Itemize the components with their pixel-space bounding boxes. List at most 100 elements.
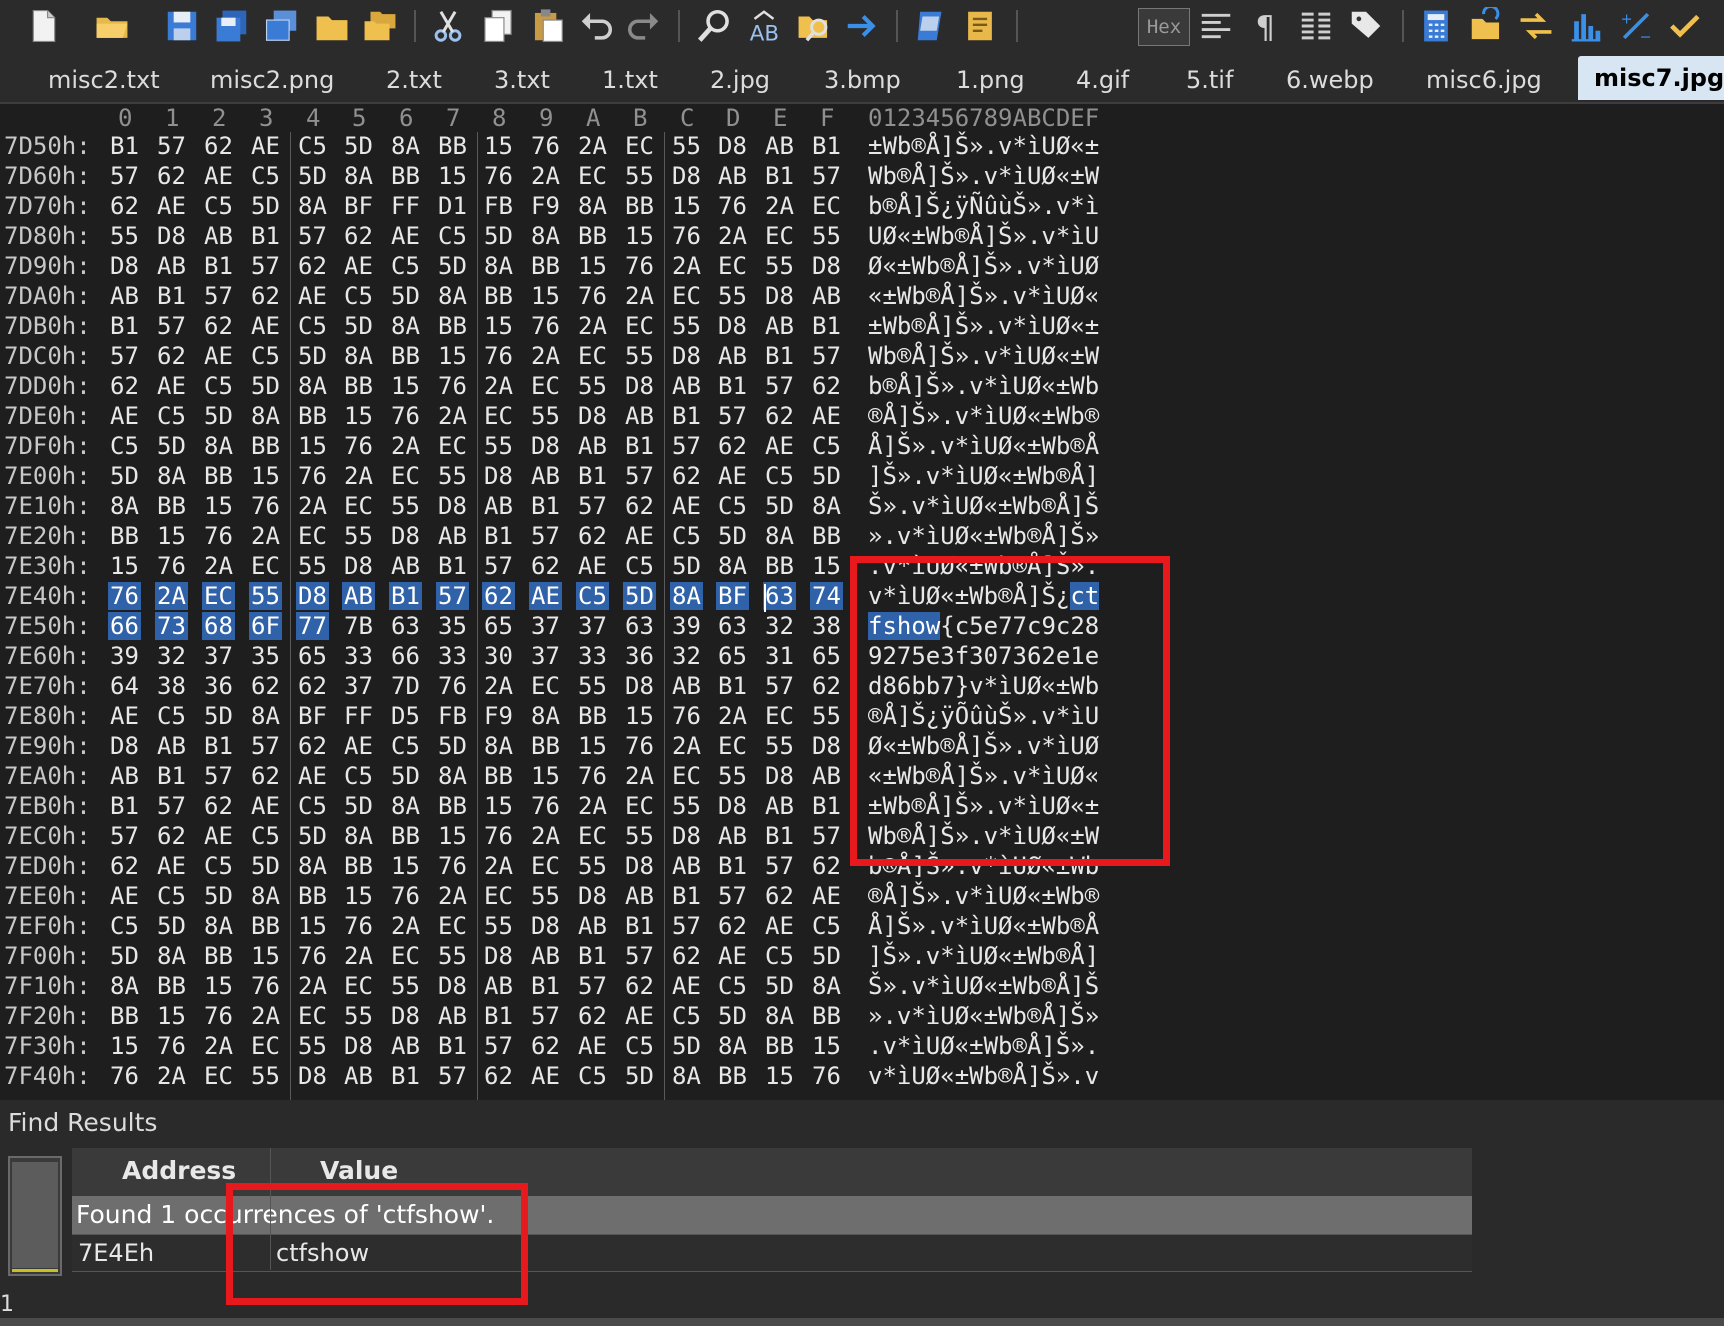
- hex-byte[interactable]: 55: [672, 132, 701, 160]
- hex-byte[interactable]: 8A: [391, 312, 420, 340]
- hex-byte[interactable]: 55: [298, 552, 327, 580]
- hex-byte[interactable]: BB: [438, 792, 467, 820]
- hex-byte[interactable]: 66: [108, 612, 141, 640]
- tab-misc2-txt[interactable]: misc2.txt: [48, 60, 160, 100]
- hex-byte[interactable]: D8: [296, 582, 329, 610]
- hex-byte[interactable]: D1: [438, 192, 467, 220]
- hex-byte[interactable]: C5: [672, 1002, 701, 1030]
- hex-byte[interactable]: 62: [157, 822, 186, 850]
- hex-byte[interactable]: AB: [484, 492, 513, 520]
- hex-byte[interactable]: 5D: [672, 552, 701, 580]
- hex-byte[interactable]: 76: [251, 492, 280, 520]
- hex-byte[interactable]: 76: [812, 1062, 841, 1090]
- hex-byte[interactable]: 15: [438, 342, 467, 370]
- hex-byte[interactable]: 55: [298, 1032, 327, 1060]
- ascii-text[interactable]: ®Å]Š».v*ìUØ«±Wb®: [868, 882, 1099, 910]
- hex-byte[interactable]: 37: [204, 642, 233, 670]
- hex-byte[interactable]: AE: [110, 882, 139, 910]
- hex-byte[interactable]: AE: [298, 282, 327, 310]
- hex-byte[interactable]: BB: [812, 522, 841, 550]
- hex-byte[interactable]: 15: [344, 882, 373, 910]
- hex-byte[interactable]: BB: [391, 822, 420, 850]
- hex-byte[interactable]: D8: [672, 822, 701, 850]
- hex-byte[interactable]: 76: [391, 882, 420, 910]
- hex-byte[interactable]: 8A: [157, 462, 186, 490]
- hex-byte[interactable]: 77: [296, 612, 329, 640]
- hex-byte[interactable]: AB: [110, 762, 139, 790]
- hex-byte[interactable]: 8A: [670, 582, 703, 610]
- result-address-cell[interactable]: 7E4Eh: [78, 1236, 154, 1270]
- hex-byte[interactable]: 2A: [672, 252, 701, 280]
- hex-byte[interactable]: 57: [812, 342, 841, 370]
- save-icon[interactable]: [162, 6, 202, 46]
- hex-byte[interactable]: 2A: [344, 942, 373, 970]
- find-results-scrollbar[interactable]: [8, 1156, 62, 1276]
- hex-byte[interactable]: 2A: [344, 462, 373, 490]
- hex-byte[interactable]: 76: [531, 132, 560, 160]
- hex-byte[interactable]: AE: [529, 582, 562, 610]
- hex-byte[interactable]: 6F: [249, 612, 282, 640]
- hex-byte[interactable]: B1: [531, 492, 560, 520]
- hex-byte[interactable]: EC: [812, 192, 841, 220]
- hex-byte[interactable]: 39: [672, 612, 701, 640]
- hex-byte[interactable]: 2A: [531, 342, 560, 370]
- hex-byte[interactable]: 37: [344, 672, 373, 700]
- hex-byte[interactable]: AB: [765, 792, 794, 820]
- hex-byte[interactable]: D8: [765, 762, 794, 790]
- hex-byte[interactable]: BF: [298, 702, 327, 730]
- hex-byte[interactable]: AE: [718, 462, 747, 490]
- hex-byte[interactable]: EC: [251, 1032, 280, 1060]
- hex-byte[interactable]: AB: [110, 282, 139, 310]
- hex-byte[interactable]: 55: [391, 492, 420, 520]
- hex-byte[interactable]: 76: [625, 252, 654, 280]
- hex-byte[interactable]: 8A: [438, 282, 467, 310]
- folder-icon[interactable]: [312, 6, 352, 46]
- hex-byte[interactable]: 62: [204, 132, 233, 160]
- hex-byte[interactable]: B1: [812, 132, 841, 160]
- hex-byte[interactable]: 5D: [344, 132, 373, 160]
- hex-byte[interactable]: EC: [578, 162, 607, 190]
- hex-byte[interactable]: D8: [672, 162, 701, 190]
- hex-byte[interactable]: 68: [202, 612, 235, 640]
- hex-byte[interactable]: 2A: [298, 972, 327, 1000]
- hex-byte[interactable]: AE: [110, 402, 139, 430]
- hex-byte[interactable]: 55: [531, 402, 560, 430]
- hex-byte[interactable]: D8: [625, 672, 654, 700]
- hex-byte[interactable]: 55: [672, 792, 701, 820]
- hex-byte[interactable]: 15: [110, 552, 139, 580]
- hex-byte[interactable]: 15: [578, 732, 607, 760]
- hex-byte[interactable]: BB: [204, 462, 233, 490]
- hex-byte[interactable]: 8A: [531, 222, 560, 250]
- hex-byte[interactable]: 62: [298, 252, 327, 280]
- hex-byte[interactable]: 57: [672, 912, 701, 940]
- hex-byte[interactable]: D8: [391, 522, 420, 550]
- ascii-text[interactable]: Š».v*ìUØ«±Wb®Å]Š: [868, 972, 1099, 1000]
- hex-byte[interactable]: B1: [765, 342, 794, 370]
- hex-byte[interactable]: 5D: [251, 372, 280, 400]
- hex-byte[interactable]: 2A: [391, 432, 420, 460]
- hex-byte[interactable]: 57: [578, 492, 607, 520]
- hex-byte[interactable]: 76: [251, 972, 280, 1000]
- hex-byte[interactable]: 2A: [157, 1062, 186, 1090]
- hex-byte[interactable]: 55: [718, 762, 747, 790]
- hex-byte[interactable]: 8A: [204, 912, 233, 940]
- hex-byte[interactable]: 15: [110, 1032, 139, 1060]
- hex-byte[interactable]: 5D: [812, 462, 841, 490]
- hex-byte[interactable]: C5: [812, 912, 841, 940]
- hex-byte[interactable]: 8A: [672, 1062, 701, 1090]
- hex-byte[interactable]: 15: [204, 972, 233, 1000]
- hex-byte[interactable]: AE: [157, 372, 186, 400]
- hex-byte[interactable]: 57: [438, 1062, 467, 1090]
- hex-byte[interactable]: 15: [438, 822, 467, 850]
- hex-byte[interactable]: B1: [484, 522, 513, 550]
- hex-byte[interactable]: 55: [625, 162, 654, 190]
- hex-byte[interactable]: 5D: [204, 402, 233, 430]
- hex-byte[interactable]: 76: [298, 942, 327, 970]
- hex-byte[interactable]: 15: [484, 312, 513, 340]
- hex-byte[interactable]: 2A: [578, 312, 607, 340]
- hex-byte[interactable]: 76: [531, 792, 560, 820]
- hex-byte[interactable]: 57: [157, 132, 186, 160]
- hex-byte[interactable]: C5: [438, 222, 467, 250]
- ascii-text[interactable]: b®Å]Š».v*ìUØ«±Wb: [868, 372, 1099, 400]
- hex-byte[interactable]: 2A: [438, 402, 467, 430]
